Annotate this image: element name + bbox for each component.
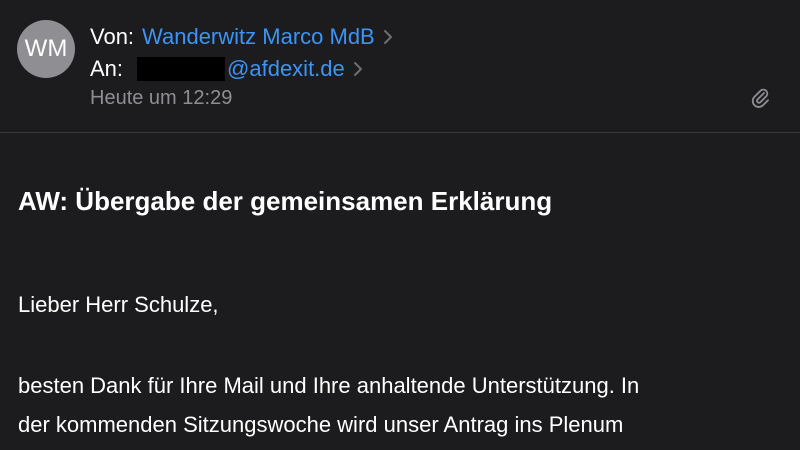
avatar-initials: WM [24, 35, 68, 62]
body-line: der kommenden Sitzungswoche wird unser A… [18, 412, 624, 437]
message-subject: AW: Übergabe der gemeinsamen Erklärung [18, 186, 553, 216]
mail-message-view: WM Von: Wanderwitz Marco MdB An: @afdexi… [0, 0, 800, 450]
message-date: Heute um 12:29 [90, 86, 233, 109]
from-label: Von: [90, 24, 135, 49]
body-line: besten Dank für Ihre Mail und Ihre anhal… [18, 373, 640, 398]
paperclip-icon[interactable] [750, 86, 770, 110]
recipient-address-link[interactable]: @afdexit.de [227, 56, 345, 82]
message-greeting: Lieber Herr Schulze, [18, 292, 219, 317]
date-row: Heute um 12:29 [90, 85, 232, 111]
sender-avatar[interactable]: WM [17, 20, 75, 78]
message-header: WM Von: Wanderwitz Marco MdB An: @afdexi… [0, 0, 800, 133]
to-label: An: [90, 56, 124, 81]
sender-name-link[interactable]: Wanderwitz Marco MdB [142, 24, 375, 50]
message-body: besten Dank für Ihre Mail und Ihre anhal… [18, 366, 788, 444]
redacted-recipient [137, 57, 226, 81]
from-row: Von: Wanderwitz Marco MdB [90, 22, 393, 52]
chevron-right-icon[interactable] [383, 29, 393, 45]
chevron-right-icon[interactable] [353, 61, 363, 77]
to-row: An: @afdexit.de [90, 54, 363, 84]
